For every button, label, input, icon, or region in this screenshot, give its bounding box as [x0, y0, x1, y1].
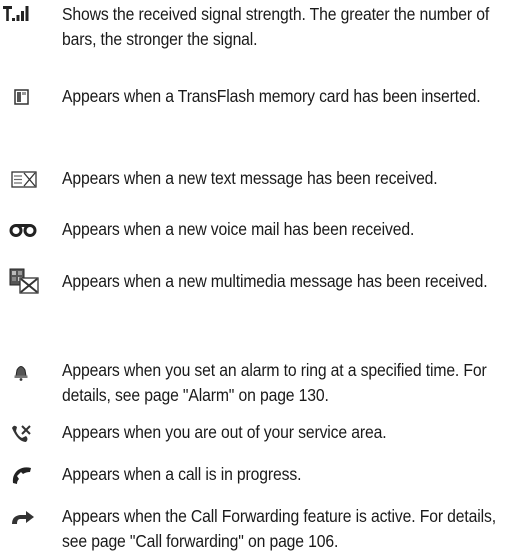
alarm-icon	[0, 358, 40, 382]
voice-mail-icon	[0, 217, 40, 241]
item-description: Shows the received signal strength. The …	[62, 4, 490, 49]
item-description: Appears when you are out of your service…	[62, 422, 387, 442]
call-forwarding-icon	[0, 504, 40, 528]
item-description: Appears when you set an alarm to ring at…	[62, 360, 487, 405]
item-description: Appears when a new multimedia message ha…	[62, 271, 488, 291]
multimedia-message-icon	[0, 268, 40, 294]
call-in-progress-icon	[0, 462, 40, 486]
text-message-icon	[0, 166, 40, 190]
item-description: Appears when a TransFlash memory card ha…	[62, 86, 481, 106]
item-description: Appears when a new text message has been…	[62, 168, 438, 188]
memory-card-icon	[0, 84, 40, 108]
no-service-icon	[0, 420, 40, 444]
signal-strength-icon	[0, 2, 40, 26]
item-description: Appears when the Call Forwarding feature…	[62, 506, 496, 551]
item-description: Appears when a call is in progress.	[62, 464, 302, 484]
item-description: Appears when a new voice mail has been r…	[62, 219, 415, 239]
